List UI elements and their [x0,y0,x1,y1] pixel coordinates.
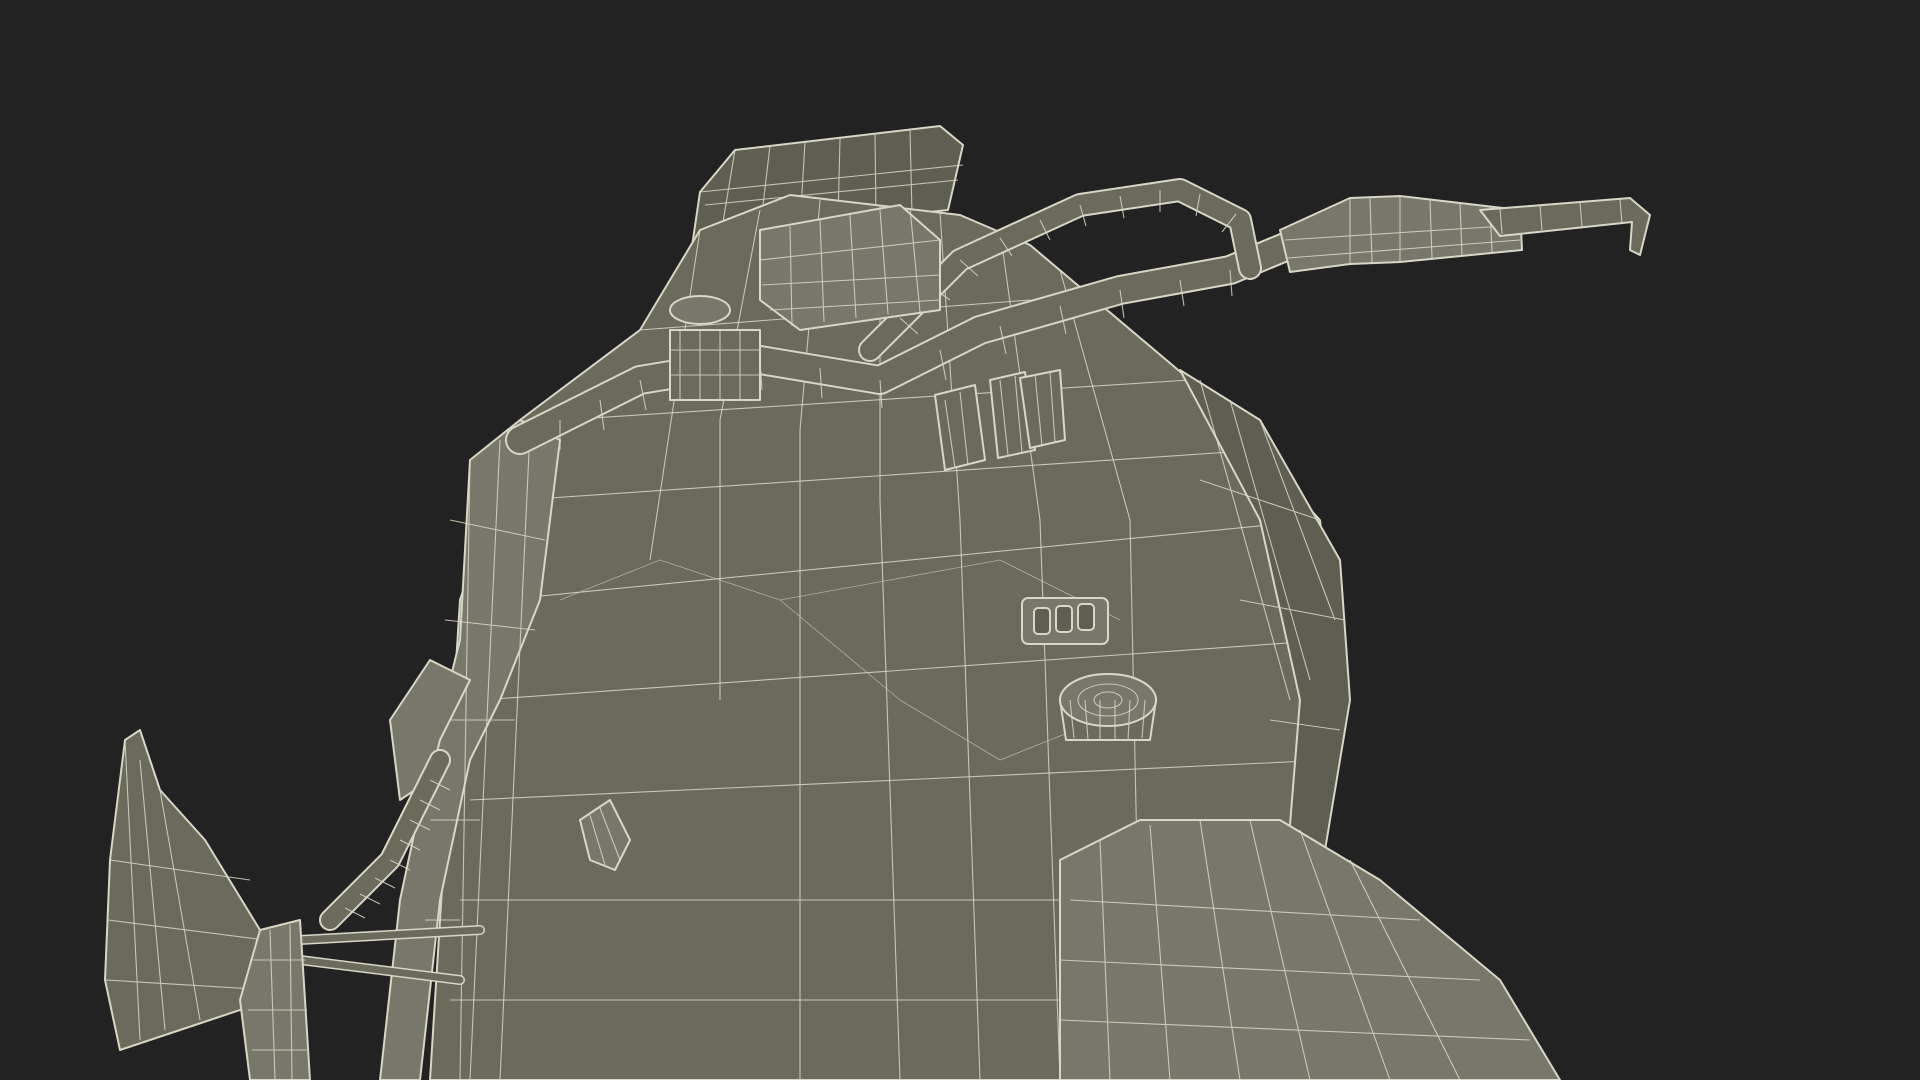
right-grip [1279,195,1651,273]
fuel-cap [1059,673,1157,741]
seat [1059,819,1561,1080]
ski-spindle [104,729,311,1080]
dash-switches [1021,597,1109,645]
wireframe-render [104,125,1651,1080]
render-viewport [0,0,1920,1080]
